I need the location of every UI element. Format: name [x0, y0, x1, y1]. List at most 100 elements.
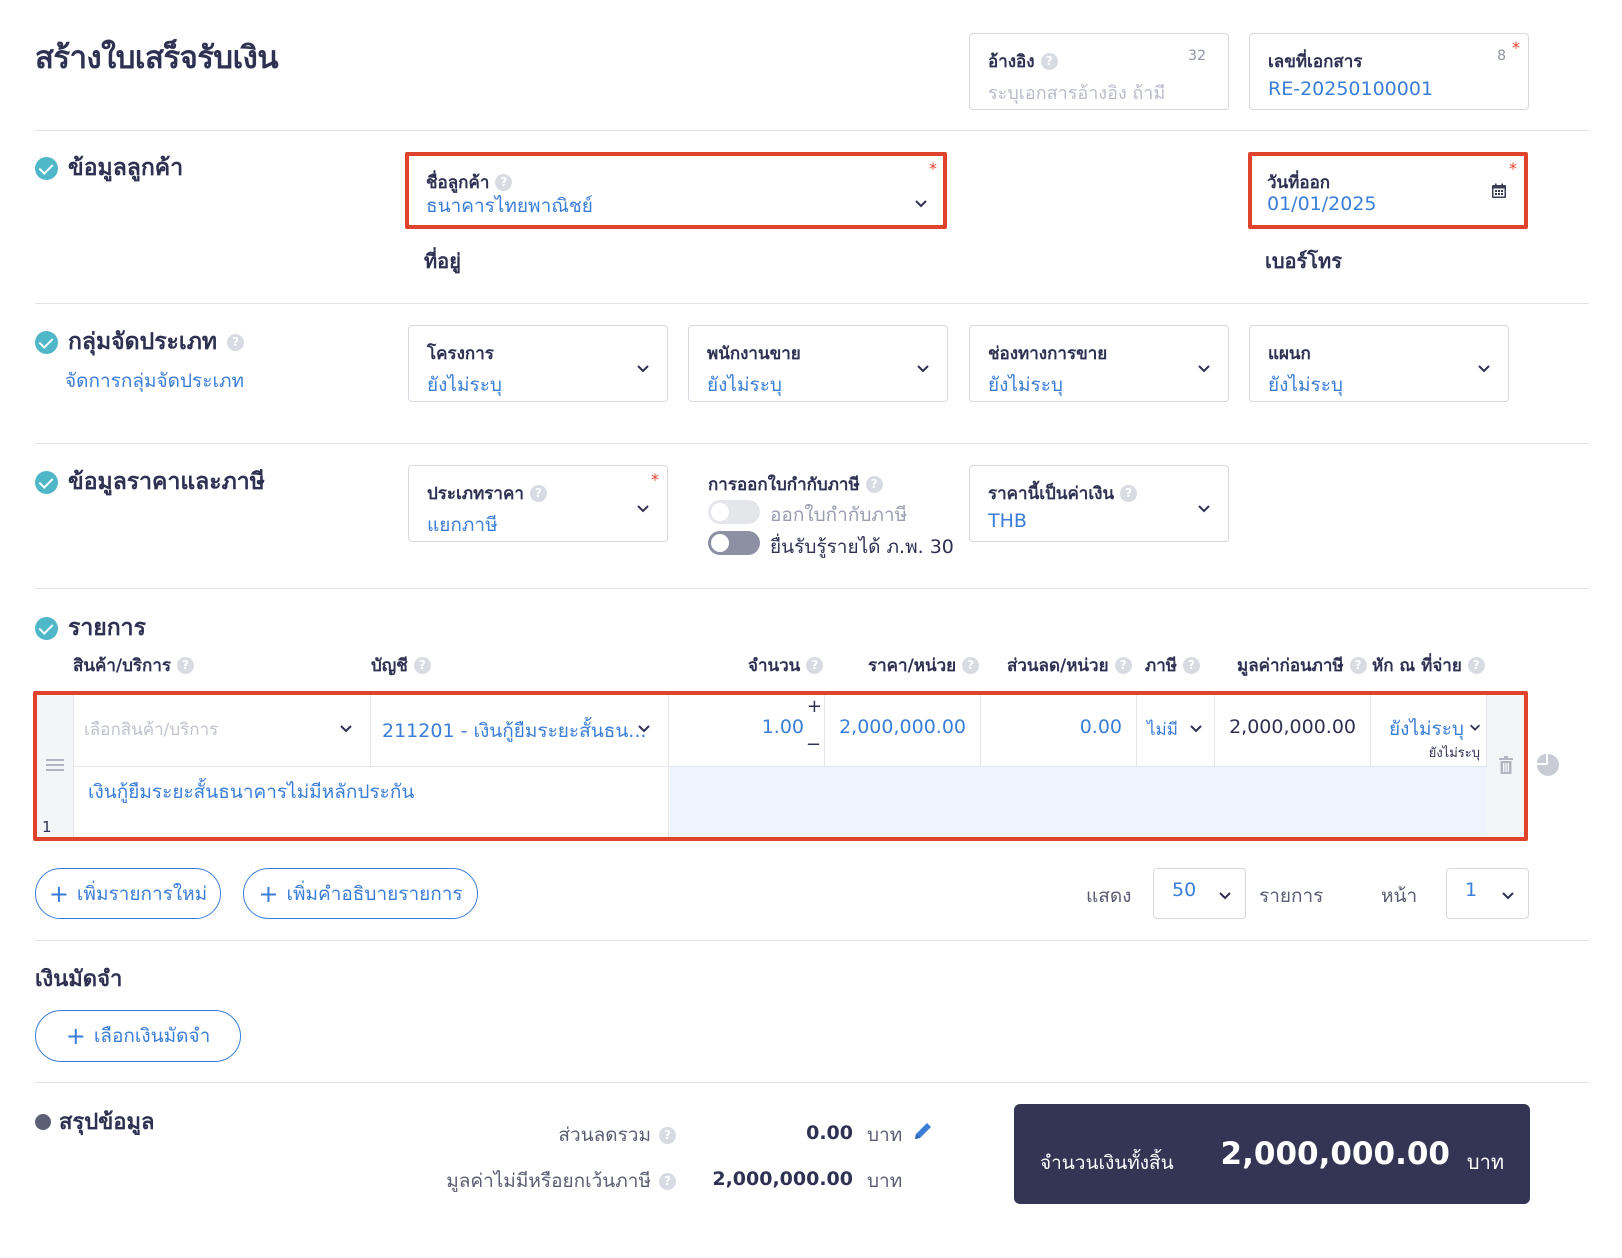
items-label: รายการ: [1259, 885, 1324, 907]
help-icon: ?: [806, 657, 824, 674]
highlight-box: [33, 691, 1528, 841]
help-icon: ?: [659, 1172, 676, 1190]
help-icon: ?: [1040, 53, 1058, 70]
chevron-down-icon: [1219, 892, 1231, 900]
page-label: หน้า: [1381, 885, 1418, 907]
help-icon: ?: [413, 657, 431, 674]
doc-number-input[interactable]: RE-20250100001: [1268, 78, 1433, 100]
column-header-account: บัญชี?: [371, 652, 431, 679]
divider: [35, 443, 1589, 444]
pencil-icon[interactable]: [912, 1120, 934, 1142]
currency-value: THB: [988, 510, 1027, 532]
salesperson-value: ยังไม่ระบุ: [707, 374, 782, 396]
help-icon: ?: [1349, 657, 1367, 674]
doc-number-label: เลขที่เอกสาร: [1268, 52, 1363, 72]
non-taxable-value: 2,000,000.00: [712, 1168, 853, 1190]
check-circle-icon: [35, 330, 58, 354]
check-circle-icon: [35, 470, 58, 494]
grand-total-unit: บาท: [1466, 1150, 1504, 1174]
doc-number-field[interactable]: เลขที่เอกสาร 8 * RE-20250100001: [1249, 33, 1529, 110]
department-value: ยังไม่ระบุ: [1268, 374, 1343, 396]
column-header-unit-price: ราคา/หน่วย?: [868, 652, 980, 679]
grand-total-value: 2,000,000.00: [1220, 1136, 1450, 1172]
manage-category-link[interactable]: จัดการกลุ่มจัดประเภท: [65, 366, 244, 396]
items-section-heading: รายการ: [35, 610, 146, 646]
pricing-section-heading: ข้อมูลราคาและภาษี: [35, 464, 265, 500]
column-header-quantity: จำนวน?: [748, 652, 824, 679]
help-icon: ?: [529, 485, 547, 502]
salesperson-select[interactable]: พนักงานขาย ยังไม่ระบุ: [688, 325, 948, 402]
price-type-label: ประเภทราคา: [427, 484, 524, 504]
tax-invoice-label: การออกใบกำกับภาษี: [708, 475, 860, 495]
reference-label: อ้างอิง: [988, 52, 1035, 72]
required-mark: *: [1512, 38, 1520, 57]
tax-invoice-toggle[interactable]: [708, 500, 760, 524]
doc-number-counter: 8: [1497, 48, 1506, 64]
chevron-down-icon: [1502, 892, 1514, 900]
plus-icon: +: [65, 1022, 86, 1050]
help-icon: ?: [1467, 657, 1485, 674]
check-circle-icon: [35, 156, 58, 180]
help-icon: ?: [1182, 657, 1200, 674]
total-discount-label: ส่วนลดรวม?: [558, 1120, 676, 1150]
reference-input[interactable]: ระบุเอกสารอ้างอิง ถ้ามี: [988, 78, 1165, 107]
sales-channel-value: ยังไม่ระบุ: [988, 374, 1063, 396]
phone-label: เบอร์โทร: [1265, 249, 1342, 273]
category-section-heading: กลุ่มจัดประเภท ?: [35, 324, 245, 360]
page-title: สร้างใบเสร็จรับเงิน: [35, 40, 279, 76]
currency-unit: บาท: [867, 1170, 903, 1192]
department-select[interactable]: แผนก ยังไม่ระบุ: [1249, 325, 1509, 402]
column-header-withholding: หัก ณ ที่จ่าย?: [1372, 652, 1485, 679]
customer-section-heading: ข้อมูลลูกค้า: [35, 150, 183, 186]
page-select[interactable]: 1: [1446, 868, 1529, 919]
help-icon: ?: [1114, 657, 1132, 674]
currency-label: ราคานี้เป็นค่าเงิน: [988, 484, 1115, 504]
status-dot-icon: [35, 1113, 51, 1130]
help-icon: ?: [1120, 485, 1138, 502]
currency-select[interactable]: ราคานี้เป็นค่าเงิน? THB: [969, 465, 1229, 542]
tax-invoice-toggle-label: ออกใบกำกับภาษี: [770, 504, 908, 526]
divider: [35, 588, 1589, 589]
select-deposit-button[interactable]: + เลือกเงินมัดจำ: [35, 1010, 241, 1062]
plus-icon: +: [48, 879, 69, 908]
project-select[interactable]: โครงการ ยังไม่ระบุ: [408, 325, 668, 402]
price-type-select[interactable]: ประเภทราคา? * แยกภาษี: [408, 465, 668, 542]
chevron-down-icon: [1198, 505, 1210, 513]
revenue-pp30-toggle-label: ยื่นรับรู้รายได้ ภ.พ. 30: [770, 536, 954, 558]
divider: [35, 940, 1589, 941]
help-icon: ?: [177, 657, 195, 674]
per-page-select[interactable]: 50: [1153, 868, 1246, 919]
chevron-down-icon: [1198, 365, 1210, 373]
column-header-discount: ส่วนลด/หน่วย?: [1007, 652, 1132, 679]
reference-counter: 32: [1188, 48, 1206, 64]
highlight-box: [405, 152, 947, 229]
add-item-button[interactable]: + เพิ่มรายการใหม่: [35, 868, 221, 919]
project-value: ยังไม่ระบุ: [427, 374, 502, 396]
sales-channel-select[interactable]: ช่องทางการขาย ยังไม่ระบุ: [969, 325, 1229, 402]
page-value: 1: [1465, 879, 1478, 901]
total-discount-value: 0.00: [806, 1122, 853, 1144]
help-icon: ?: [865, 476, 883, 493]
currency-unit: บาท: [867, 1124, 903, 1146]
add-description-button[interactable]: + เพิ่มคำอธิบายรายการ: [243, 868, 478, 919]
column-header-product: สินค้า/บริการ?: [73, 652, 195, 679]
toggle-knob: [711, 534, 729, 552]
reference-field[interactable]: อ้างอิง? 32 ระบุเอกสารอ้างอิง ถ้ามี: [969, 33, 1229, 110]
help-icon: ?: [659, 1126, 676, 1144]
per-page-value: 50: [1172, 879, 1197, 901]
help-icon: ?: [962, 657, 980, 674]
chevron-down-icon: [1478, 365, 1490, 373]
help-icon: ?: [227, 333, 245, 351]
pie-chart-icon[interactable]: [1537, 754, 1559, 776]
summary-section-heading: สรุปข้อมูล: [35, 1104, 154, 1139]
deposit-section-heading: เงินมัดจำ: [35, 967, 123, 992]
check-circle-icon: [35, 616, 58, 640]
revenue-pp30-toggle[interactable]: [708, 531, 760, 555]
salesperson-label: พนักงานขาย: [707, 344, 801, 364]
highlight-box: [1248, 152, 1528, 229]
divider: [35, 130, 1589, 131]
project-label: โครงการ: [427, 344, 494, 364]
grand-total-panel: จำนวนเงินทั้งสิ้น 2,000,000.00 บาท: [1014, 1104, 1530, 1204]
department-label: แผนก: [1268, 344, 1311, 364]
column-header-pre-tax: มูลค่าก่อนภาษี?: [1237, 652, 1367, 679]
